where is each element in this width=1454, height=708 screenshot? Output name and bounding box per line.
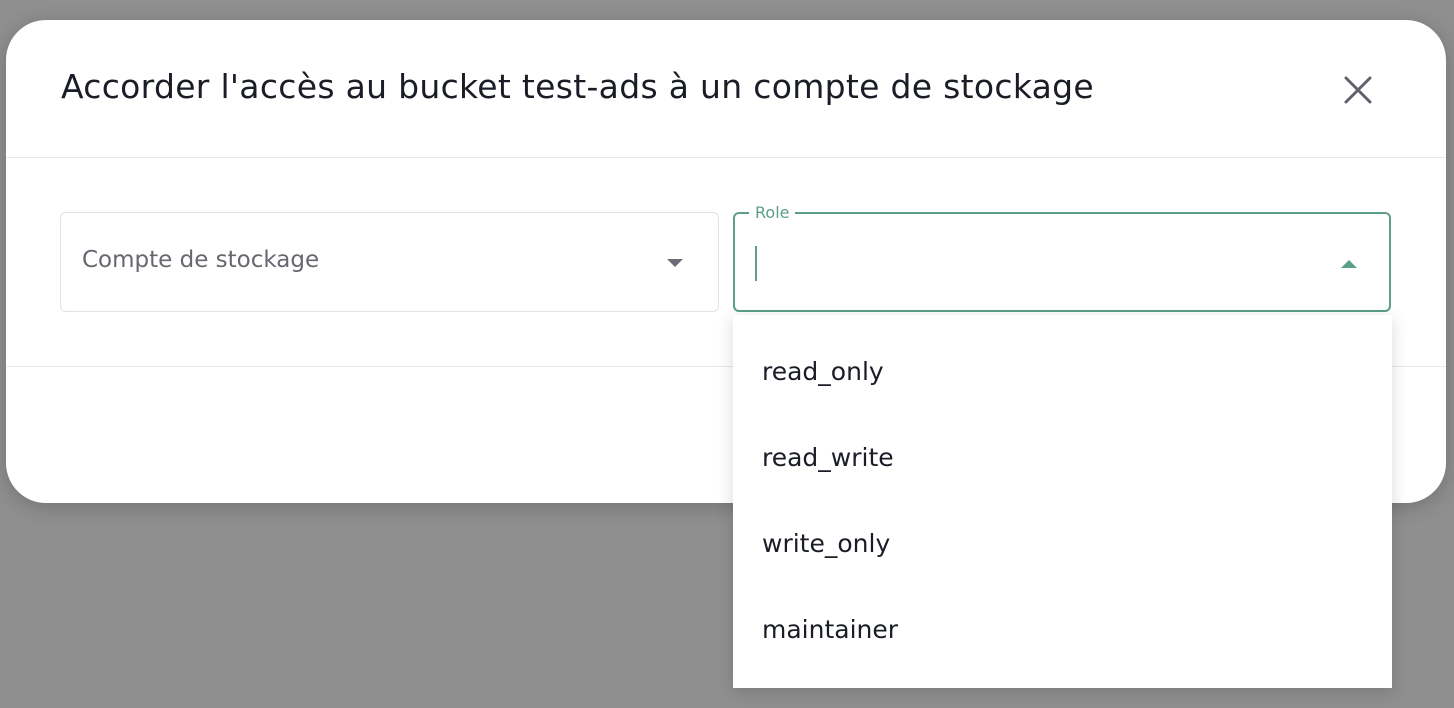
text-cursor <box>755 246 757 281</box>
chevron-up-icon[interactable] <box>1341 260 1357 268</box>
chevron-down-icon <box>667 259 683 267</box>
header-divider <box>6 157 1446 158</box>
role-option-write-only[interactable]: write_only <box>733 501 1392 587</box>
dialog-title: Accorder l'accès au bucket test-ads à un… <box>61 67 1095 106</box>
close-button[interactable] <box>1340 72 1376 108</box>
role-label: Role <box>749 203 796 222</box>
close-icon <box>1344 76 1372 104</box>
role-option-read-only[interactable]: read_only <box>733 329 1392 415</box>
role-option-maintainer[interactable]: maintainer <box>733 587 1392 673</box>
storage-account-select[interactable]: Compte de stockage <box>60 212 719 312</box>
role-option-read-write[interactable]: read_write <box>733 415 1392 501</box>
role-options-menu: read_only read_write write_only maintain… <box>733 315 1392 688</box>
storage-account-placeholder: Compte de stockage <box>82 247 320 273</box>
role-select[interactable]: Role <box>733 203 1391 312</box>
